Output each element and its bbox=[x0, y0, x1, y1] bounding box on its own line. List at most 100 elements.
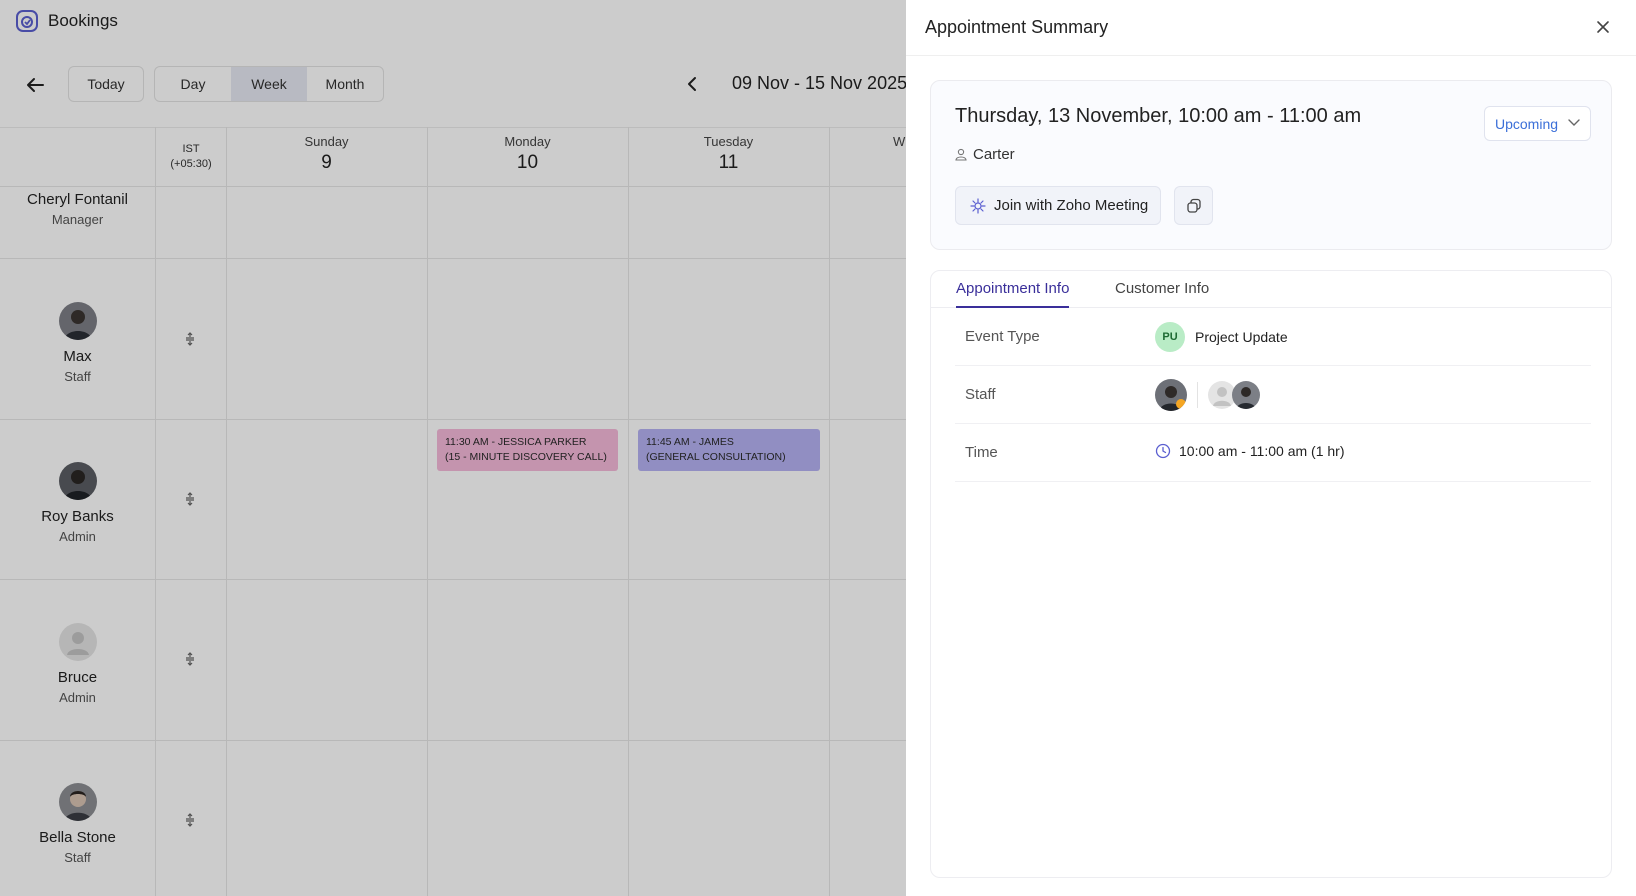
date-range-label: 09 Nov - 15 Nov 2025 bbox=[732, 73, 906, 93]
event-type-row: Event Type PU Project Update bbox=[955, 308, 1591, 366]
staff-role: Manager bbox=[51, 212, 104, 227]
staff-row-bruce[interactable]: Bruce Admin bbox=[0, 623, 155, 705]
day-name: Sunday bbox=[304, 134, 349, 149]
copy-link-button[interactable] bbox=[1174, 186, 1213, 225]
time-row: Time 10:00 am - 11:00 am (1 hr) bbox=[955, 424, 1591, 482]
copy-icon bbox=[1186, 198, 1201, 213]
status-value: Upcoming bbox=[1495, 115, 1559, 132]
grid-divider bbox=[155, 127, 156, 896]
staff-role: Admin bbox=[59, 529, 96, 544]
arrow-left-icon bbox=[27, 78, 44, 92]
view-day-button[interactable]: Day bbox=[155, 67, 231, 101]
expand-row-icon[interactable] bbox=[183, 492, 197, 506]
tab-customer-info[interactable]: Customer Info bbox=[1115, 280, 1209, 308]
clock-icon bbox=[1155, 443, 1171, 459]
view-month-button[interactable]: Month bbox=[307, 67, 383, 101]
staff-name: Roy Banks bbox=[41, 508, 114, 525]
chevron-down-icon bbox=[1568, 119, 1580, 126]
staff-label: Staff bbox=[965, 386, 996, 403]
close-icon[interactable] bbox=[1594, 18, 1612, 36]
staff-role: Staff bbox=[64, 850, 91, 865]
expand-row-icon[interactable] bbox=[183, 652, 197, 666]
timezone-label: IST (+05:30) bbox=[156, 142, 226, 172]
avatar-placeholder-icon bbox=[58, 623, 97, 661]
tab-appointment-info[interactable]: Appointment Info bbox=[956, 280, 1070, 308]
avatar-separator bbox=[1197, 382, 1198, 408]
join-meeting-button[interactable]: Join with Zoho Meeting bbox=[955, 186, 1162, 225]
chevron-left-icon bbox=[688, 77, 696, 91]
app-title: Bookings bbox=[48, 11, 118, 30]
event-type-name: Project Update bbox=[1195, 329, 1288, 345]
day-number: 10 bbox=[516, 152, 539, 173]
top-bar: Bookings bbox=[0, 0, 906, 42]
avatar[interactable] bbox=[1232, 381, 1260, 409]
event-subtitle: (GENERAL CONSULTATION) bbox=[646, 451, 786, 463]
view-week-button[interactable]: Week bbox=[231, 67, 307, 101]
staff-row-max[interactable]: Max Staff bbox=[0, 302, 155, 384]
timezone-name: IST bbox=[182, 143, 200, 155]
staff-row: Staff bbox=[955, 366, 1591, 424]
previous-week-button[interactable] bbox=[680, 70, 704, 98]
appointment-summary-panel: Appointment Summary Thursday, 13 Novembe… bbox=[906, 0, 1636, 896]
user-icon bbox=[955, 148, 967, 161]
week-grid: IST (+05:30) Sunday 9 Monday 10 Tuesday … bbox=[0, 127, 906, 896]
join-meeting-label: Join with Zoho Meeting bbox=[994, 197, 1149, 214]
staff-row-bella[interactable]: Bella Stone Staff bbox=[0, 783, 155, 865]
time-range: 10:00 am - 11:00 am (1 hr) bbox=[1179, 443, 1345, 459]
bookings-logo-icon bbox=[16, 10, 38, 32]
calendar-toolbar: Today Day Week Month 09 Nov - 15 Nov 202… bbox=[0, 66, 906, 104]
grid-divider bbox=[427, 127, 428, 896]
event-james[interactable]: 11:45 AM - JAMES (GENERAL CONSULTATION) bbox=[638, 429, 820, 471]
day-header-tuesday: Tuesday 11 bbox=[628, 134, 829, 174]
row-divider bbox=[0, 579, 906, 580]
event-title: 11:45 AM - JAMES bbox=[646, 436, 734, 448]
info-card: Appointment Info Customer Info Event Typ… bbox=[930, 270, 1612, 878]
expand-row-icon[interactable] bbox=[183, 332, 197, 346]
staff-row-roy[interactable]: Roy Banks Admin bbox=[0, 462, 155, 544]
avatar bbox=[58, 462, 97, 500]
day-name: W bbox=[893, 134, 906, 149]
grid-header: IST (+05:30) Sunday 9 Monday 10 Tuesday … bbox=[0, 127, 906, 187]
row-divider bbox=[0, 740, 906, 741]
calendar-app: Bookings Today Day Week Month 09 Nov - 1… bbox=[0, 0, 906, 896]
expand-row-icon[interactable] bbox=[183, 813, 197, 827]
row-divider bbox=[0, 258, 906, 259]
day-name: Monday bbox=[504, 134, 551, 149]
back-button[interactable] bbox=[20, 70, 50, 100]
event-type-badge: PU bbox=[1155, 322, 1185, 352]
staff-role: Admin bbox=[59, 690, 96, 705]
grid-divider bbox=[829, 127, 830, 896]
panel-divider bbox=[906, 55, 1636, 56]
customer-name: Carter bbox=[973, 146, 1015, 163]
appointment-datetime: Thursday, 13 November, 10:00 am - 11:00 … bbox=[955, 105, 1362, 127]
avatar bbox=[58, 783, 97, 821]
time-label: Time bbox=[965, 444, 998, 461]
panel-title: Appointment Summary bbox=[925, 17, 1109, 37]
event-type-value: PU Project Update bbox=[1155, 322, 1288, 352]
info-tabs: Appointment Info Customer Info bbox=[931, 271, 1611, 308]
timezone-offset: (+05:30) bbox=[170, 158, 212, 170]
day-header-wednesday: W bbox=[829, 134, 906, 149]
status-dropdown[interactable]: Upcoming bbox=[1484, 106, 1591, 141]
day-number: 9 bbox=[321, 152, 332, 173]
grid-divider bbox=[628, 127, 629, 896]
avatar bbox=[58, 302, 97, 340]
day-header-monday: Monday 10 bbox=[427, 134, 628, 174]
summary-card: Thursday, 13 November, 10:00 am - 11:00 … bbox=[930, 80, 1612, 250]
staff-name: Max bbox=[63, 348, 92, 365]
day-name: Tuesday bbox=[703, 134, 754, 149]
staff-name: Bella Stone bbox=[39, 829, 116, 846]
event-type-label: Event Type bbox=[965, 328, 1040, 345]
staff-row-cheryl[interactable]: Cheryl Fontanil Manager bbox=[0, 191, 155, 227]
event-subtitle: (15 - MINUTE DISCOVERY CALL) bbox=[445, 451, 607, 463]
today-button[interactable]: Today bbox=[68, 66, 144, 102]
event-jessica-parker[interactable]: 11:30 AM - JESSICA PARKER (15 - MINUTE D… bbox=[437, 429, 618, 471]
grid-divider bbox=[226, 127, 227, 896]
meeting-icon bbox=[970, 197, 986, 214]
event-title: 11:30 AM - JESSICA PARKER bbox=[445, 436, 587, 448]
staff-role: Staff bbox=[64, 369, 91, 384]
avatar[interactable] bbox=[1155, 379, 1187, 411]
day-number: 11 bbox=[718, 152, 739, 173]
row-divider bbox=[0, 419, 906, 420]
day-header-sunday: Sunday 9 bbox=[226, 134, 427, 174]
